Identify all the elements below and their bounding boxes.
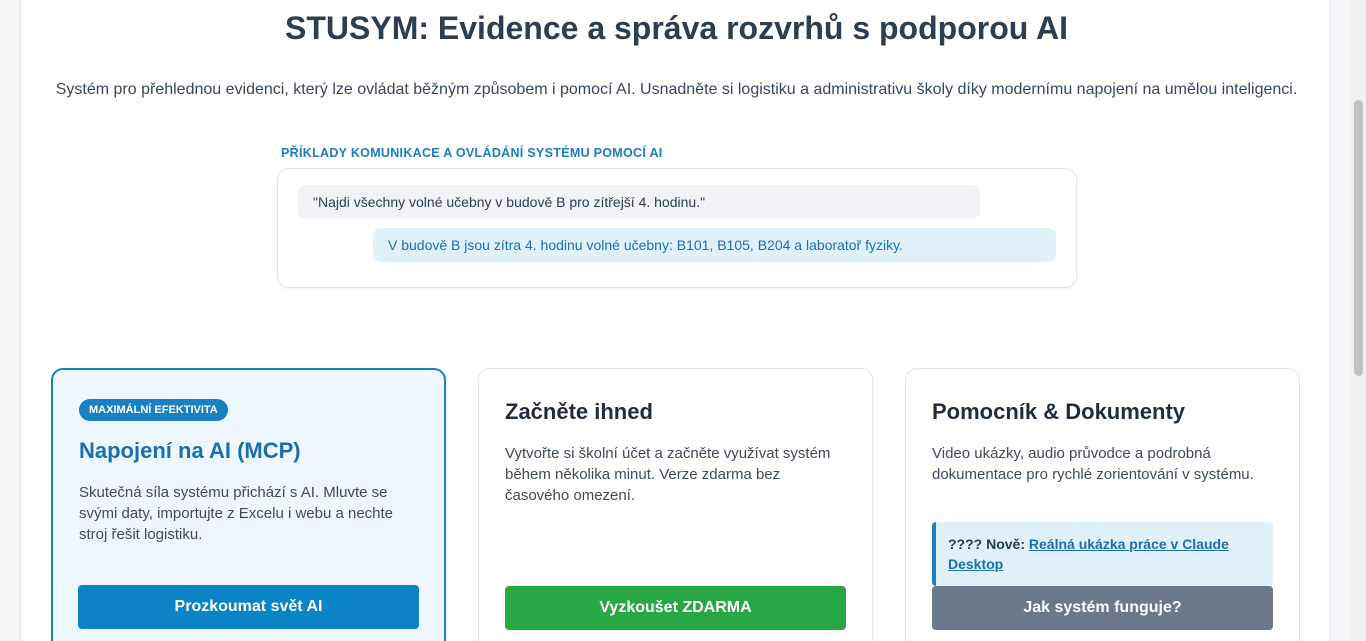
- scrollbar-thumb[interactable]: [1354, 100, 1363, 376]
- ai-response-bubble: V budově B jsou zítra 4. hodinu volné uč…: [373, 228, 1056, 262]
- page-subtitle: Systém pro přehlednou evidenci, který lz…: [55, 81, 1298, 98]
- card-start-now: Začněte ihned Vytvořte si školní účet a …: [478, 368, 873, 641]
- try-free-button[interactable]: Vyzkoušet ZDARMA: [505, 586, 846, 630]
- card-title: Začněte ihned: [505, 399, 653, 424]
- notice-prefix: ???? Nově:: [948, 536, 1025, 552]
- card-description: Skutečná síla systému přichází s AI. Mlu…: [79, 484, 394, 543]
- chat-example-box: "Najdi všechny volné učebny v budově B p…: [277, 168, 1077, 288]
- status-badge: MAXIMÁLNÍ EFEKTIVITA: [79, 399, 228, 421]
- card-description: Video ukázky, audio průvodce a podrobná …: [932, 445, 1254, 483]
- main-page: STUSYM: Evidence a správa rozvrhů s podp…: [20, 0, 1331, 641]
- explore-ai-button[interactable]: Prozkoumat svět AI: [78, 585, 419, 629]
- card-description: Vytvořte si školní účet a začněte využív…: [505, 445, 831, 504]
- examples-label: PŘÍKLADY KOMUNIKACE A OVLÁDÁNÍ SYSTÉMU P…: [281, 146, 663, 160]
- page-scrollbar[interactable]: [1351, 0, 1366, 641]
- card-title: Pomocník & Dokumenty: [932, 399, 1186, 424]
- card-ai-connection: MAXIMÁLNÍ EFEKTIVITA Napojení na AI (MCP…: [51, 368, 446, 641]
- how-it-works-button[interactable]: Jak systém funguje?: [932, 586, 1273, 630]
- card-title: Napojení na AI (MCP): [79, 438, 301, 463]
- page-title: STUSYM: Evidence a správa rozvrhů s podp…: [285, 10, 1068, 46]
- card-help-docs: Pomocník & Dokumenty Video ukázky, audio…: [905, 368, 1300, 641]
- user-message-bubble: "Najdi všechny volné učebny v budově B p…: [298, 185, 980, 219]
- news-notice: ???? Nově: Reálná ukázka práce v Claude …: [932, 522, 1273, 586]
